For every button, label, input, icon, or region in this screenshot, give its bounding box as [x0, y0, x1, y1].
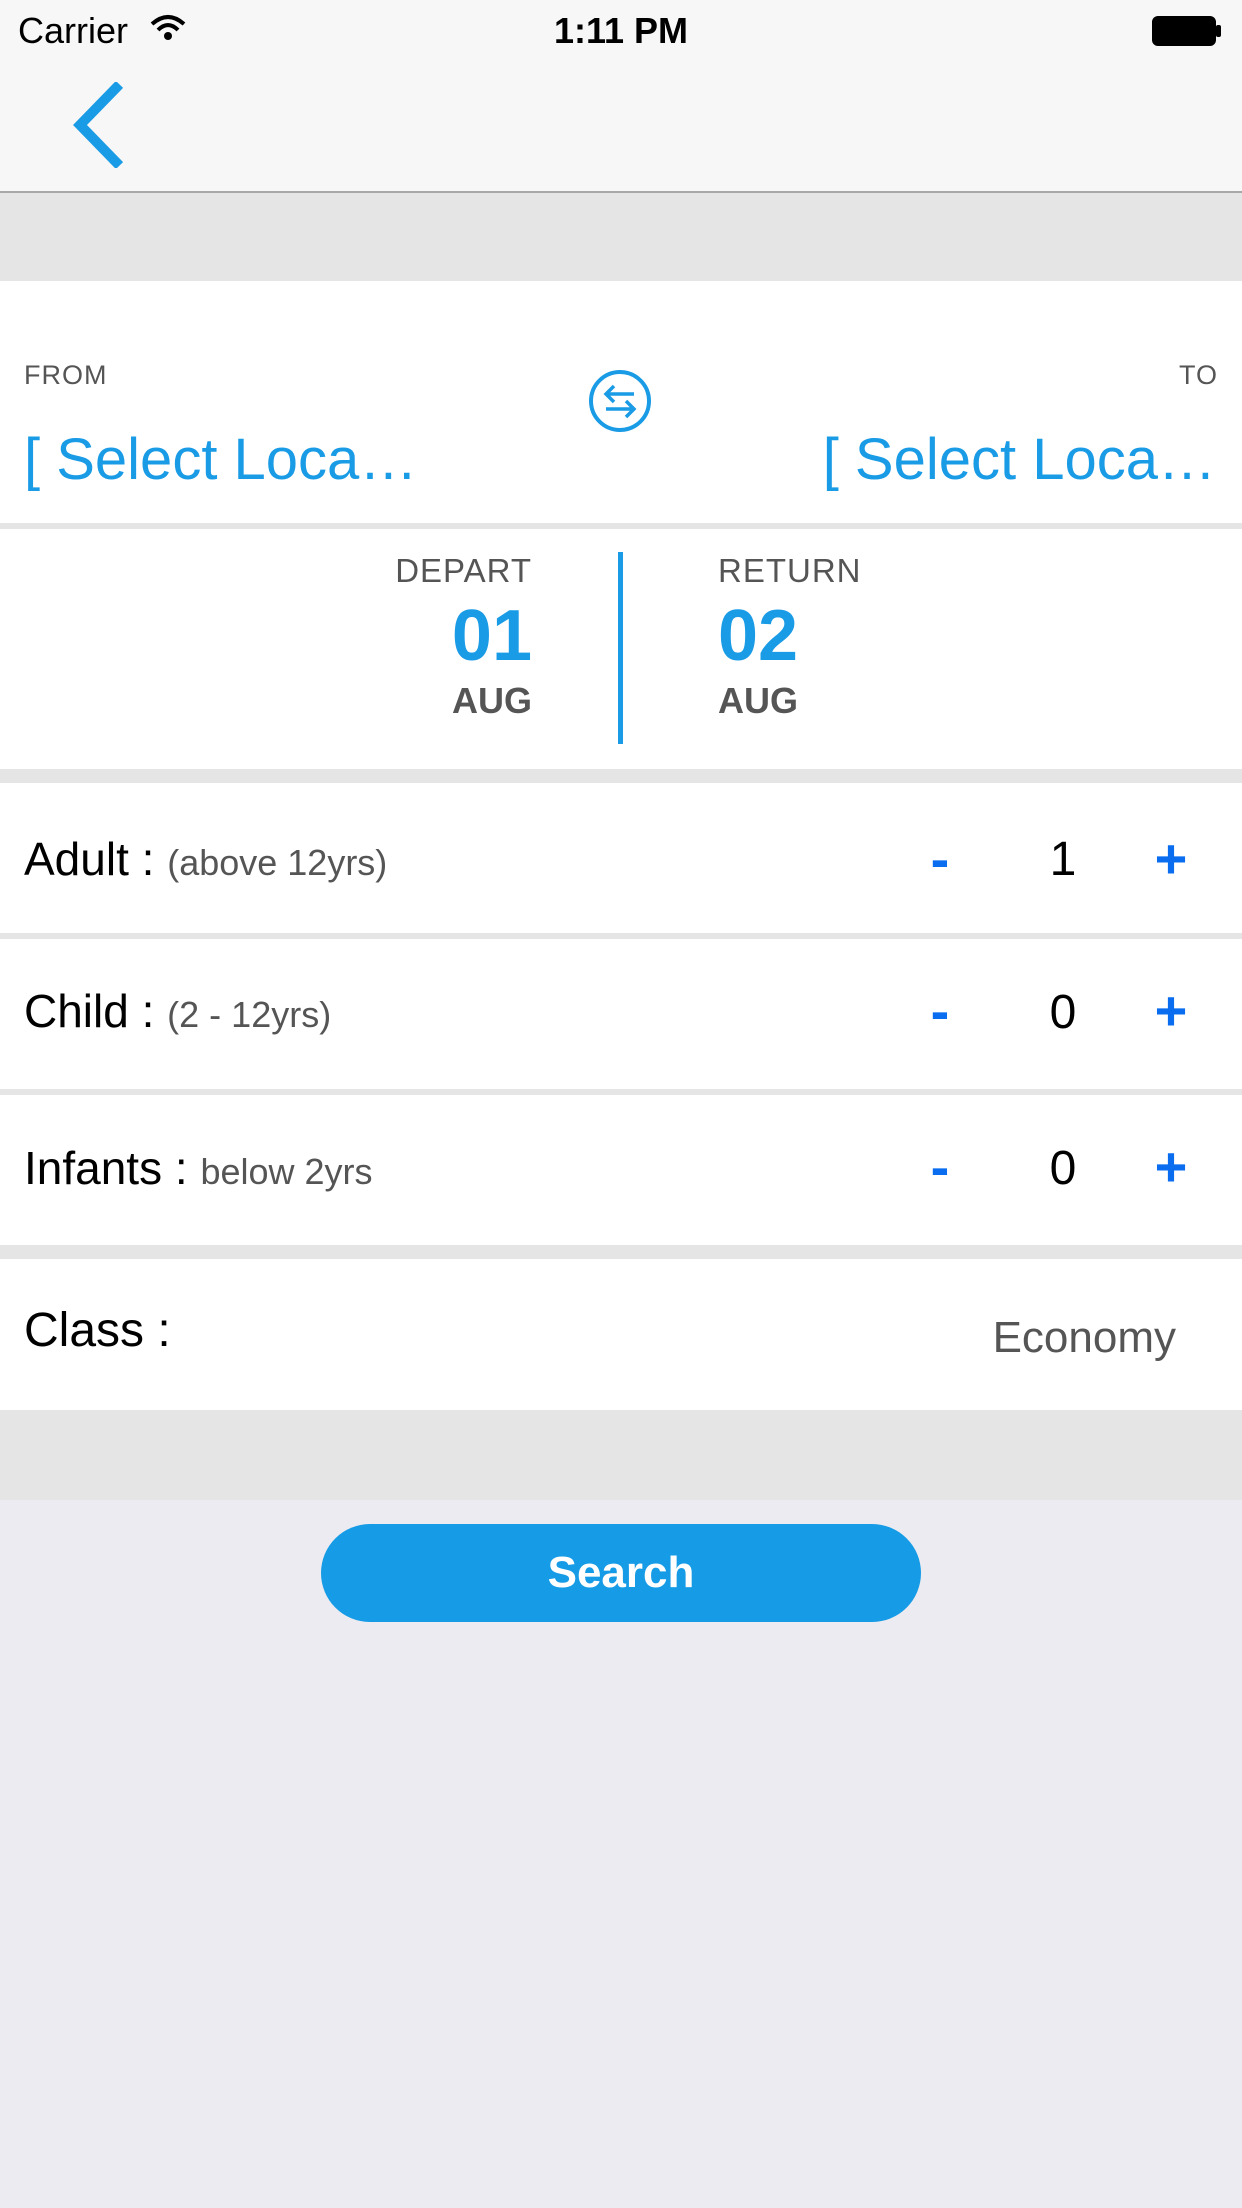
child-age-range: (2 - 12yrs) — [167, 994, 332, 1035]
depart-month: AUG — [452, 680, 532, 721]
adult-increment-button[interactable]: + — [1141, 826, 1201, 891]
depart-date-selector[interactable]: DEPART 01 AUG — [395, 552, 532, 722]
infant-decrement-button[interactable]: - — [910, 1134, 970, 1199]
depart-label: DEPART — [395, 552, 532, 589]
from-location-selector[interactable]: [ Select Loca… — [24, 426, 417, 493]
infant-count: 0 — [1049, 1142, 1077, 1195]
back-chevron-icon[interactable] — [70, 82, 126, 168]
depart-day: 01 — [451, 596, 532, 676]
section-divider — [0, 769, 1242, 783]
infant-increment-button[interactable]: + — [1141, 1134, 1201, 1199]
swap-arrows-icon[interactable] — [588, 369, 652, 433]
infant-label: Infants : below 2yrs — [24, 1141, 373, 1195]
class-value[interactable]: Economy — [993, 1313, 1176, 1363]
status-time: 1:11 PM — [553, 10, 689, 51]
return-month: AUG — [718, 680, 798, 721]
adult-label: Adult : (above 12yrs) — [24, 832, 387, 886]
class-label: Class : — [24, 1304, 171, 1357]
child-decrement-button[interactable]: - — [910, 978, 970, 1043]
adult-count: 1 — [1049, 833, 1077, 886]
spacer-band — [0, 193, 1242, 281]
return-date-selector[interactable]: RETURN 02 AUG — [718, 552, 862, 722]
child-count: 0 — [1049, 986, 1077, 1039]
spacer-band — [0, 1410, 1242, 1500]
adult-label-text: Adult : — [24, 833, 168, 885]
from-label: FROM — [24, 360, 108, 390]
battery-icon — [1152, 16, 1221, 46]
adult-age-range: (above 12yrs) — [167, 842, 388, 883]
child-label-text: Child : — [24, 985, 168, 1037]
date-divider — [618, 552, 623, 744]
adult-decrement-button[interactable]: - — [910, 826, 970, 891]
return-day: 02 — [718, 596, 799, 676]
infant-age-range: below 2yrs — [200, 1151, 373, 1192]
return-label: RETURN — [718, 552, 862, 589]
search-button[interactable]: Search — [321, 1524, 921, 1622]
child-increment-button[interactable]: + — [1141, 978, 1201, 1043]
child-label: Child : (2 - 12yrs) — [24, 984, 331, 1038]
to-location-selector[interactable]: [ Select Loca… — [823, 426, 1216, 493]
infant-label-text: Infants : — [24, 1142, 201, 1194]
to-label: TO — [1178, 360, 1218, 390]
section-divider — [0, 1245, 1242, 1259]
